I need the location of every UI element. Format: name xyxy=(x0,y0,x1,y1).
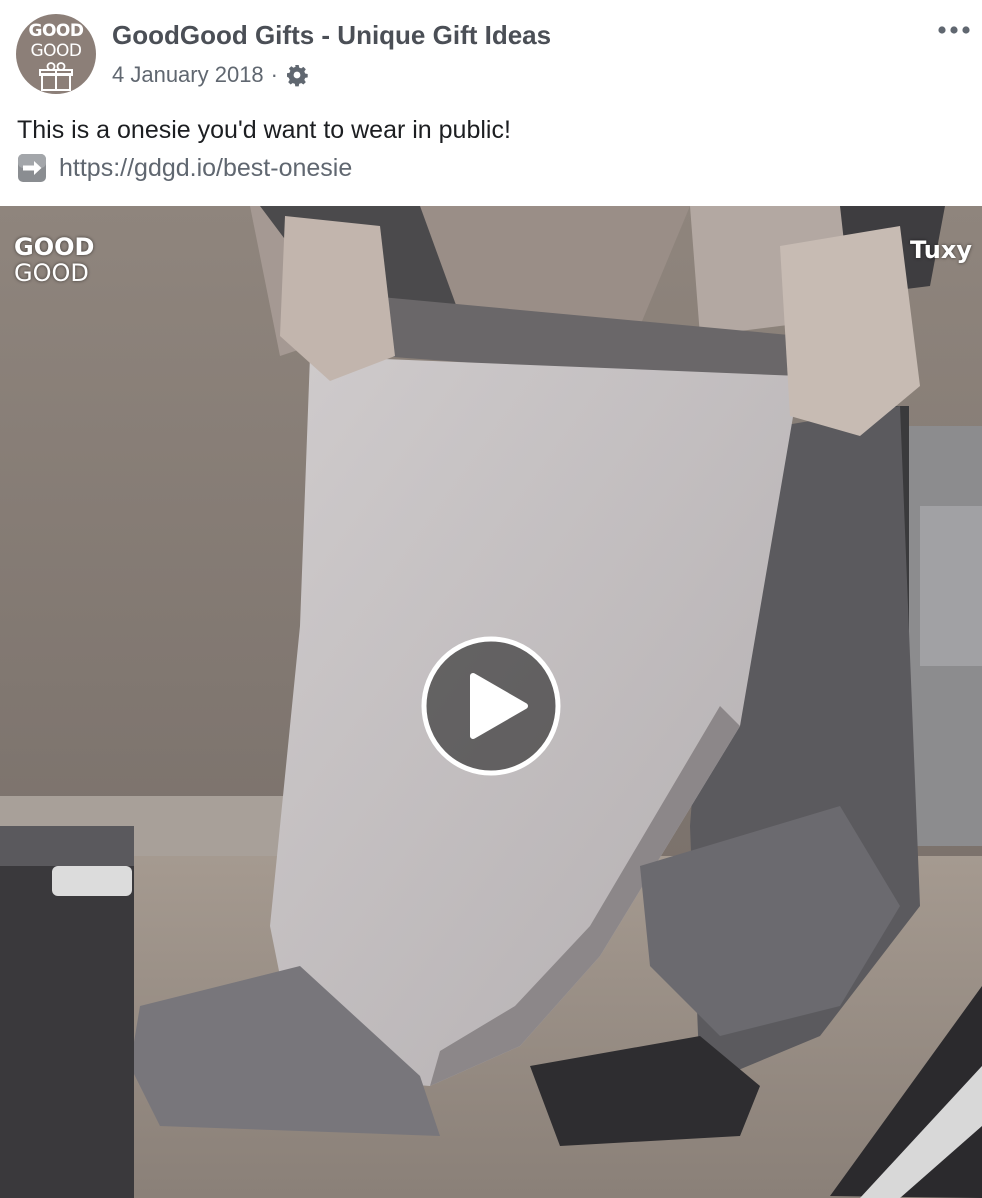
gear-icon[interactable] xyxy=(285,63,309,87)
video-player[interactable]: GOOD GOOD Tuxy xyxy=(0,206,982,1198)
post-header: GOOD GOOD GoodGood Gifts - Unique Gift I… xyxy=(0,0,982,110)
more-options-icon[interactable] xyxy=(934,16,974,44)
facebook-post: GOOD GOOD GoodGood Gifts - Unique Gift I… xyxy=(0,0,982,1198)
page-avatar[interactable]: GOOD GOOD xyxy=(16,14,96,94)
avatar-logo-line2: GOOD xyxy=(30,41,82,61)
post-date[interactable]: 4 January 2018 xyxy=(112,62,264,88)
post-link-line: https://gdgd.io/best-onesie xyxy=(17,152,352,184)
post-meta: 4 January 2018 · xyxy=(112,60,309,90)
post-link[interactable]: https://gdgd.io/best-onesie xyxy=(59,154,352,183)
post-message: This is a onesie you'd want to wear in p… xyxy=(17,116,511,144)
avatar-logo-line1: GOOD xyxy=(28,21,84,41)
video-watermark: GOOD GOOD xyxy=(14,234,94,286)
right-arrow-emoji xyxy=(18,154,46,182)
play-icon[interactable] xyxy=(421,636,561,776)
watermark-line1: GOOD xyxy=(14,233,95,261)
brand-tag: Tuxy xyxy=(910,236,972,264)
meta-separator: · xyxy=(270,62,278,87)
page-name-link[interactable]: GoodGood Gifts - Unique Gift Ideas xyxy=(112,20,551,51)
gift-icon xyxy=(39,62,73,91)
watermark-line2: GOOD xyxy=(14,259,89,287)
